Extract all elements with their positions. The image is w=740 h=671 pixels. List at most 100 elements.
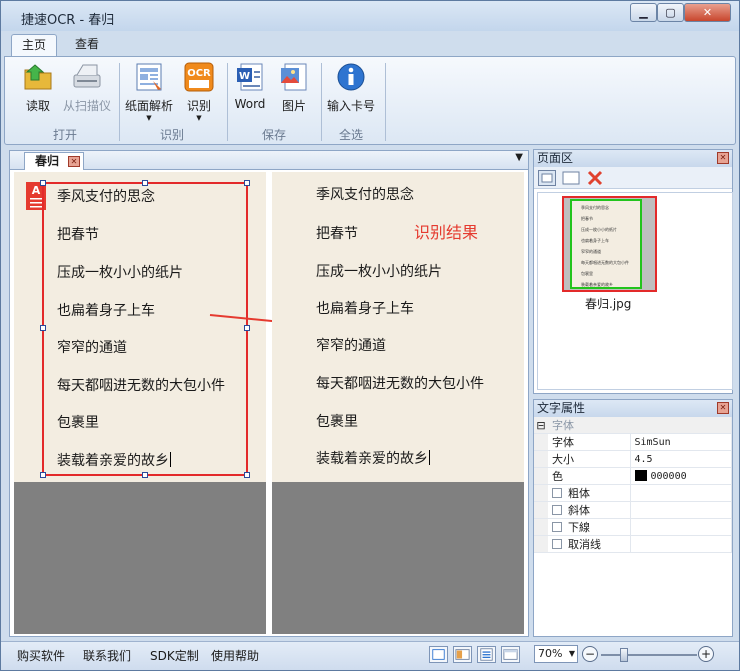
resize-handle[interactable] — [40, 325, 46, 331]
recognition-result-view[interactable]: 季风支付的思念 把春节 压成一枚小小的纸片 也扁着身子上车 窄窄的通道 每天都咽… — [272, 172, 524, 634]
property-row-bold[interactable]: 粗体 — [534, 484, 732, 502]
property-value-color[interactable]: 000000 — [630, 467, 732, 485]
italic-checkbox[interactable] — [552, 505, 562, 515]
resize-handle[interactable] — [142, 180, 148, 186]
color-swatch — [634, 470, 647, 481]
blank-page-icon[interactable] — [562, 170, 580, 186]
ribbon-separator — [119, 63, 120, 141]
split-view-icon[interactable] — [453, 646, 472, 663]
word-label: Word — [234, 97, 266, 111]
zoom-slider-track[interactable] — [601, 654, 697, 656]
property-category-row[interactable]: ⊟ 字体 — [534, 417, 732, 434]
property-value-font[interactable]: SimSun — [630, 433, 732, 451]
page-panel-toolbar — [534, 167, 732, 189]
close-panel-icon[interactable]: ✕ — [717, 402, 729, 414]
help-link[interactable]: 使用帮助 — [211, 647, 259, 664]
result-text-line[interactable]: 窄窄的通道 — [316, 335, 386, 355]
text-view-icon[interactable] — [477, 646, 496, 663]
fit-page-view-icon[interactable] — [429, 646, 448, 663]
recognize-label: 识别 — [186, 99, 211, 113]
thumbnail-filename: 春归.jpg — [585, 297, 632, 311]
resize-handle[interactable] — [40, 180, 46, 186]
zoom-slider-thumb[interactable] — [620, 648, 628, 662]
page-panel: 页面区 ✕ 季风支付的思念 把春节 压成一枚小小的纸片 也扁着身子上车 窄窄的通… — [533, 149, 733, 394]
property-row-color[interactable]: 色 000000 — [534, 467, 732, 485]
save-word-button[interactable]: W Word — [231, 61, 269, 121]
collapse-icon[interactable]: ⊟ — [534, 417, 548, 434]
save-image-button[interactable]: 图片 — [275, 61, 313, 121]
result-text-line-content: 装载着亲爱的故乡 — [316, 451, 428, 467]
strikethrough-checkbox[interactable] — [552, 539, 562, 549]
thumbnail-text-line: 包裹里 — [581, 271, 593, 276]
resize-handle[interactable] — [40, 472, 46, 478]
group-open-label: 打开 — [52, 128, 77, 142]
source-image-view[interactable]: A 季风支付的思念 把春节 压成一枚小小的纸片 也扁着身子上车 窄窄的通道 每天… — [14, 172, 266, 634]
property-row-font[interactable]: 字体 SimSun — [534, 433, 732, 451]
underline-checkbox[interactable] — [552, 522, 562, 532]
strikethrough-label: 取消线 — [568, 538, 601, 551]
close-panel-icon[interactable]: ✕ — [717, 152, 729, 164]
minimize-button[interactable]: ▁ — [630, 3, 657, 22]
property-value-size[interactable]: 4.5 — [630, 450, 732, 468]
image-file-icon — [281, 63, 307, 91]
ribbon-separator — [321, 63, 322, 141]
group-select-all-label: 全选 — [338, 128, 363, 142]
card-number-label: 输入卡号 — [326, 99, 375, 113]
image-label: 图片 — [281, 99, 306, 113]
zoom-out-button[interactable]: − — [582, 646, 598, 662]
sdk-custom-link[interactable]: SDK定制 — [150, 647, 199, 664]
zoom-level-select[interactable]: 70% ▼ — [534, 645, 578, 663]
page-thumbnail[interactable]: 季风支付的思念 把春节 压成一枚小小的纸片 也扁着身子上车 窄窄的通道 每天都咽… — [562, 196, 657, 292]
tab-home[interactable]: 主页 — [11, 34, 58, 56]
property-name: 下線 — [548, 518, 631, 536]
resize-handle[interactable] — [244, 472, 250, 478]
close-tab-icon[interactable]: ✕ — [68, 156, 81, 167]
input-card-number-button[interactable]: 输入卡号 — [323, 61, 379, 121]
full-width-view-icon[interactable] — [501, 646, 520, 663]
close-button[interactable]: ✕ — [684, 3, 731, 22]
result-text-line[interactable]: 季风支付的思念 — [316, 184, 414, 204]
scan-button[interactable]: 从扫描仪 — [59, 61, 115, 121]
contact-us-link[interactable]: 联系我们 — [83, 647, 131, 664]
delete-icon[interactable] — [586, 170, 604, 186]
thumbnail-view-icon[interactable] — [538, 170, 556, 186]
result-text-line[interactable]: 包裹里 — [316, 411, 358, 431]
page-layout-icon — [136, 63, 162, 91]
parse-page-button[interactable]: 纸面解析 ▼ — [123, 61, 175, 122]
open-label: 读取 — [25, 99, 50, 113]
zoom-level-value: 70% — [538, 647, 563, 660]
property-name: 字体 — [548, 433, 631, 451]
result-text-line[interactable]: 也扁着身子上车 — [316, 298, 414, 318]
property-row-strikethrough[interactable]: 取消线 — [534, 535, 732, 553]
underline-label: 下線 — [568, 521, 590, 534]
dropdown-arrow-icon: ▼ — [146, 114, 152, 122]
text-cursor — [429, 450, 430, 465]
bold-checkbox[interactable] — [552, 488, 562, 498]
result-text-line[interactable]: 压成一枚小小的纸片 — [316, 261, 442, 281]
result-page: 季风支付的思念 把春节 压成一枚小小的纸片 也扁着身子上车 窄窄的通道 每天都咽… — [272, 172, 524, 482]
property-row-underline[interactable]: 下線 — [534, 518, 732, 536]
ribbon-separator — [227, 63, 228, 141]
zoom-in-button[interactable]: + — [698, 646, 714, 662]
recognize-button[interactable]: OCR 识别 ▼ — [179, 61, 219, 122]
document-tab[interactable]: 春归 ✕ — [24, 152, 85, 170]
tab-list-dropdown-icon[interactable]: ▼ — [515, 152, 523, 163]
parse-label: 纸面解析 — [124, 99, 173, 113]
info-icon — [337, 63, 365, 91]
resize-handle[interactable] — [244, 180, 250, 186]
buy-software-link[interactable]: 购买软件 — [17, 647, 65, 664]
open-button[interactable]: 读取 — [15, 61, 61, 121]
italic-label: 斜体 — [568, 504, 590, 517]
text-properties-title: 文字属性 — [537, 401, 586, 415]
property-row-size[interactable]: 大小 4.5 — [534, 450, 732, 468]
result-text-line[interactable]: 装载着亲爱的故乡 — [316, 448, 430, 468]
thumbnail-text-line: 季风支付的思念 — [581, 205, 609, 210]
ribbon-separator — [385, 63, 386, 141]
tab-view[interactable]: 查看 — [65, 34, 109, 56]
maximize-button[interactable]: ▢ — [657, 3, 684, 22]
result-text-line[interactable]: 把春节 — [316, 223, 358, 243]
chevron-down-icon: ▼ — [568, 649, 575, 658]
property-row-italic[interactable]: 斜体 — [534, 501, 732, 519]
resize-handle[interactable] — [142, 472, 148, 478]
result-text-line[interactable]: 每天都咽进无数的大包小件 — [316, 373, 484, 393]
